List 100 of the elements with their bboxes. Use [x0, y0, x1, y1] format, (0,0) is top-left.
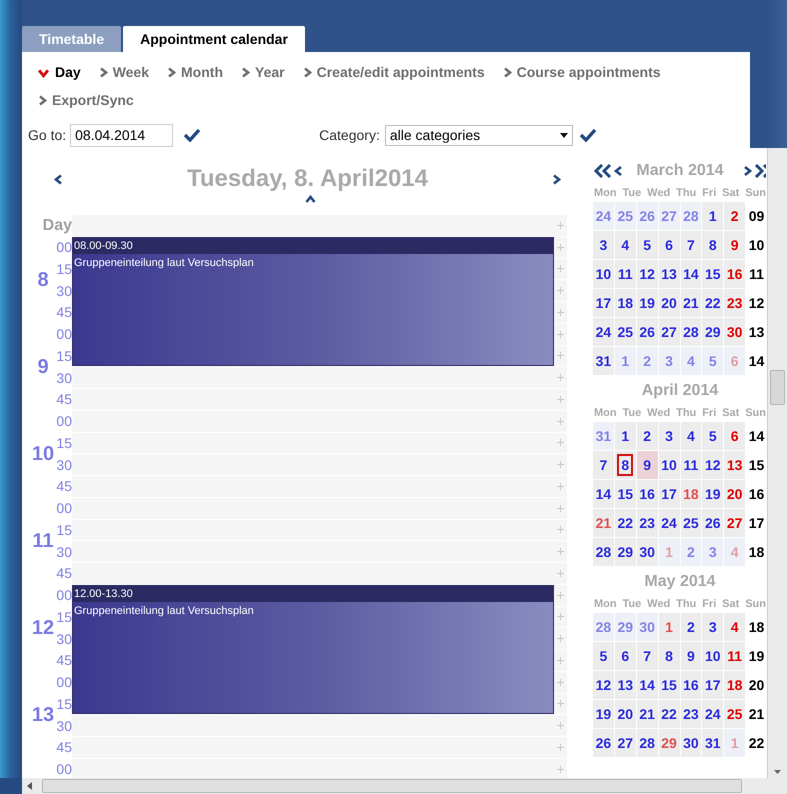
- calendar-day[interactable]: 4: [680, 422, 702, 450]
- view-link[interactable]: Month: [166, 58, 223, 86]
- calendar-day[interactable]: 24: [658, 509, 680, 537]
- calendar-day[interactable]: 19: [702, 480, 724, 508]
- calendar-day[interactable]: 14: [680, 260, 702, 288]
- calendar-day[interactable]: 30: [636, 538, 658, 566]
- calendar-day[interactable]: 20: [724, 480, 746, 508]
- add-icon[interactable]: [557, 287, 564, 294]
- calendar-day[interactable]: 2: [680, 613, 702, 641]
- time-slot[interactable]: [72, 215, 554, 237]
- calendar-day[interactable]: 11: [724, 642, 746, 670]
- calendar-day[interactable]: 27: [614, 729, 636, 757]
- add-icon[interactable]: [557, 222, 564, 229]
- calendar-day[interactable]: 12: [636, 260, 658, 288]
- add-icon[interactable]: [557, 766, 564, 773]
- calendar-day[interactable]: 7: [636, 642, 658, 670]
- calendar-day[interactable]: 11: [680, 451, 702, 479]
- calendar-day[interactable]: 17: [658, 480, 680, 508]
- double-chevron-right-icon[interactable]: [754, 164, 766, 178]
- add-icon[interactable]: [557, 548, 564, 556]
- scrollbar-thumb[interactable]: [770, 370, 785, 405]
- checkmark-button[interactable]: [183, 128, 202, 142]
- calendar-day[interactable]: 18: [724, 671, 746, 699]
- calendar-day[interactable]: 29: [614, 538, 636, 566]
- calendar-day[interactable]: 8: [658, 642, 680, 670]
- calendar-day[interactable]: 12: [702, 451, 724, 479]
- add-icon[interactable]: [557, 613, 564, 620]
- calendar-day[interactable]: 22: [614, 509, 636, 537]
- view-link[interactable]: Year: [240, 58, 285, 86]
- calendar-day[interactable]: 15: [658, 671, 680, 699]
- calendar-day[interactable]: 6: [724, 422, 746, 450]
- view-link[interactable]: Day: [37, 58, 81, 86]
- calendar-day[interactable]: 17: [593, 289, 614, 317]
- view-link[interactable]: Course appointments: [502, 58, 661, 86]
- calendar-day[interactable]: 13: [724, 451, 746, 479]
- calendar-day[interactable]: 9: [680, 642, 702, 670]
- calendar-day[interactable]: 8: [702, 231, 724, 259]
- calendar-day[interactable]: 13: [614, 671, 636, 699]
- calendar-day[interactable]: 25: [614, 318, 636, 346]
- calendar-day[interactable]: 11: [614, 260, 636, 288]
- add-icon[interactable]: [557, 482, 564, 490]
- calendar-day[interactable]: 10: [702, 642, 724, 670]
- view-link[interactable]: Week: [98, 58, 150, 86]
- calendar-day[interactable]: 28: [593, 538, 614, 566]
- calendar-day[interactable]: 23: [680, 700, 702, 728]
- calendar-day[interactable]: 1: [614, 422, 636, 450]
- calendar-day[interactable]: 26: [702, 509, 724, 537]
- calendar-day[interactable]: 20: [658, 289, 680, 317]
- calendar-day[interactable]: 21: [636, 700, 658, 728]
- calendar-day[interactable]: 5: [636, 231, 658, 259]
- calendar-day[interactable]: 16: [680, 671, 702, 699]
- time-slot[interactable]: [72, 563, 554, 585]
- calendar-day[interactable]: 27: [724, 509, 746, 537]
- add-icon[interactable]: [557, 526, 564, 534]
- add-icon[interactable]: [557, 330, 564, 338]
- double-chevron-left-icon[interactable]: [594, 164, 612, 178]
- calendar-day[interactable]: 5: [702, 422, 724, 450]
- calendar-day[interactable]: 16: [724, 260, 746, 288]
- date-field[interactable]: 08.04.2014: [70, 124, 174, 146]
- calendar-day[interactable]: 31: [593, 347, 614, 375]
- calendar-day[interactable]: 10: [658, 451, 680, 479]
- scroll-down-icon[interactable]: [774, 770, 781, 774]
- calendar-day[interactable]: 25: [680, 509, 702, 537]
- calendar-day[interactable]: 3: [658, 422, 680, 450]
- tab[interactable]: Appointment calendar: [123, 26, 305, 52]
- calendar-day[interactable]: 25: [724, 700, 746, 728]
- add-icon[interactable]: [557, 635, 564, 642]
- add-icon[interactable]: [557, 700, 564, 708]
- view-link[interactable]: Export/Sync: [37, 86, 134, 114]
- calendar-day[interactable]: 15: [702, 260, 724, 288]
- calendar-day[interactable]: 22: [658, 700, 680, 728]
- calendar-day[interactable]: 7: [680, 231, 702, 259]
- add-icon[interactable]: [557, 722, 564, 730]
- calendar-day[interactable]: 19: [636, 289, 658, 317]
- add-icon[interactable]: [557, 570, 564, 577]
- calendar-day[interactable]: 4: [614, 231, 636, 259]
- calendar-day[interactable]: 24: [702, 700, 724, 728]
- add-icon[interactable]: [557, 265, 564, 272]
- calendar-day[interactable]: 27: [658, 318, 680, 346]
- calendar-day[interactable]: 7: [593, 451, 614, 479]
- calendar-day[interactable]: 21: [680, 289, 702, 317]
- calendar-day[interactable]: 12: [593, 671, 614, 699]
- calendar-day[interactable]: 3: [593, 231, 614, 259]
- add-icon[interactable]: [557, 439, 564, 446]
- add-icon[interactable]: [557, 244, 564, 251]
- add-icon[interactable]: [557, 592, 564, 599]
- calendar-day[interactable]: 2: [724, 202, 746, 230]
- calendar-day[interactable]: 5: [593, 642, 614, 670]
- calendar-day[interactable]: 23: [724, 289, 746, 317]
- calendar-day[interactable]: 22: [702, 289, 724, 317]
- add-icon[interactable]: [557, 744, 564, 751]
- calendar-day[interactable]: 26: [593, 729, 614, 757]
- calendar-day[interactable]: 28: [680, 318, 702, 346]
- add-icon[interactable]: [557, 504, 564, 512]
- add-icon[interactable]: [557, 396, 564, 403]
- vertical-scrollbar[interactable]: [767, 148, 787, 778]
- calendar-day[interactable]: 30: [680, 729, 702, 757]
- calendar-day[interactable]: 18: [614, 289, 636, 317]
- calendar-day[interactable]: 15: [614, 480, 636, 508]
- calendar-day[interactable]: 26: [636, 318, 658, 346]
